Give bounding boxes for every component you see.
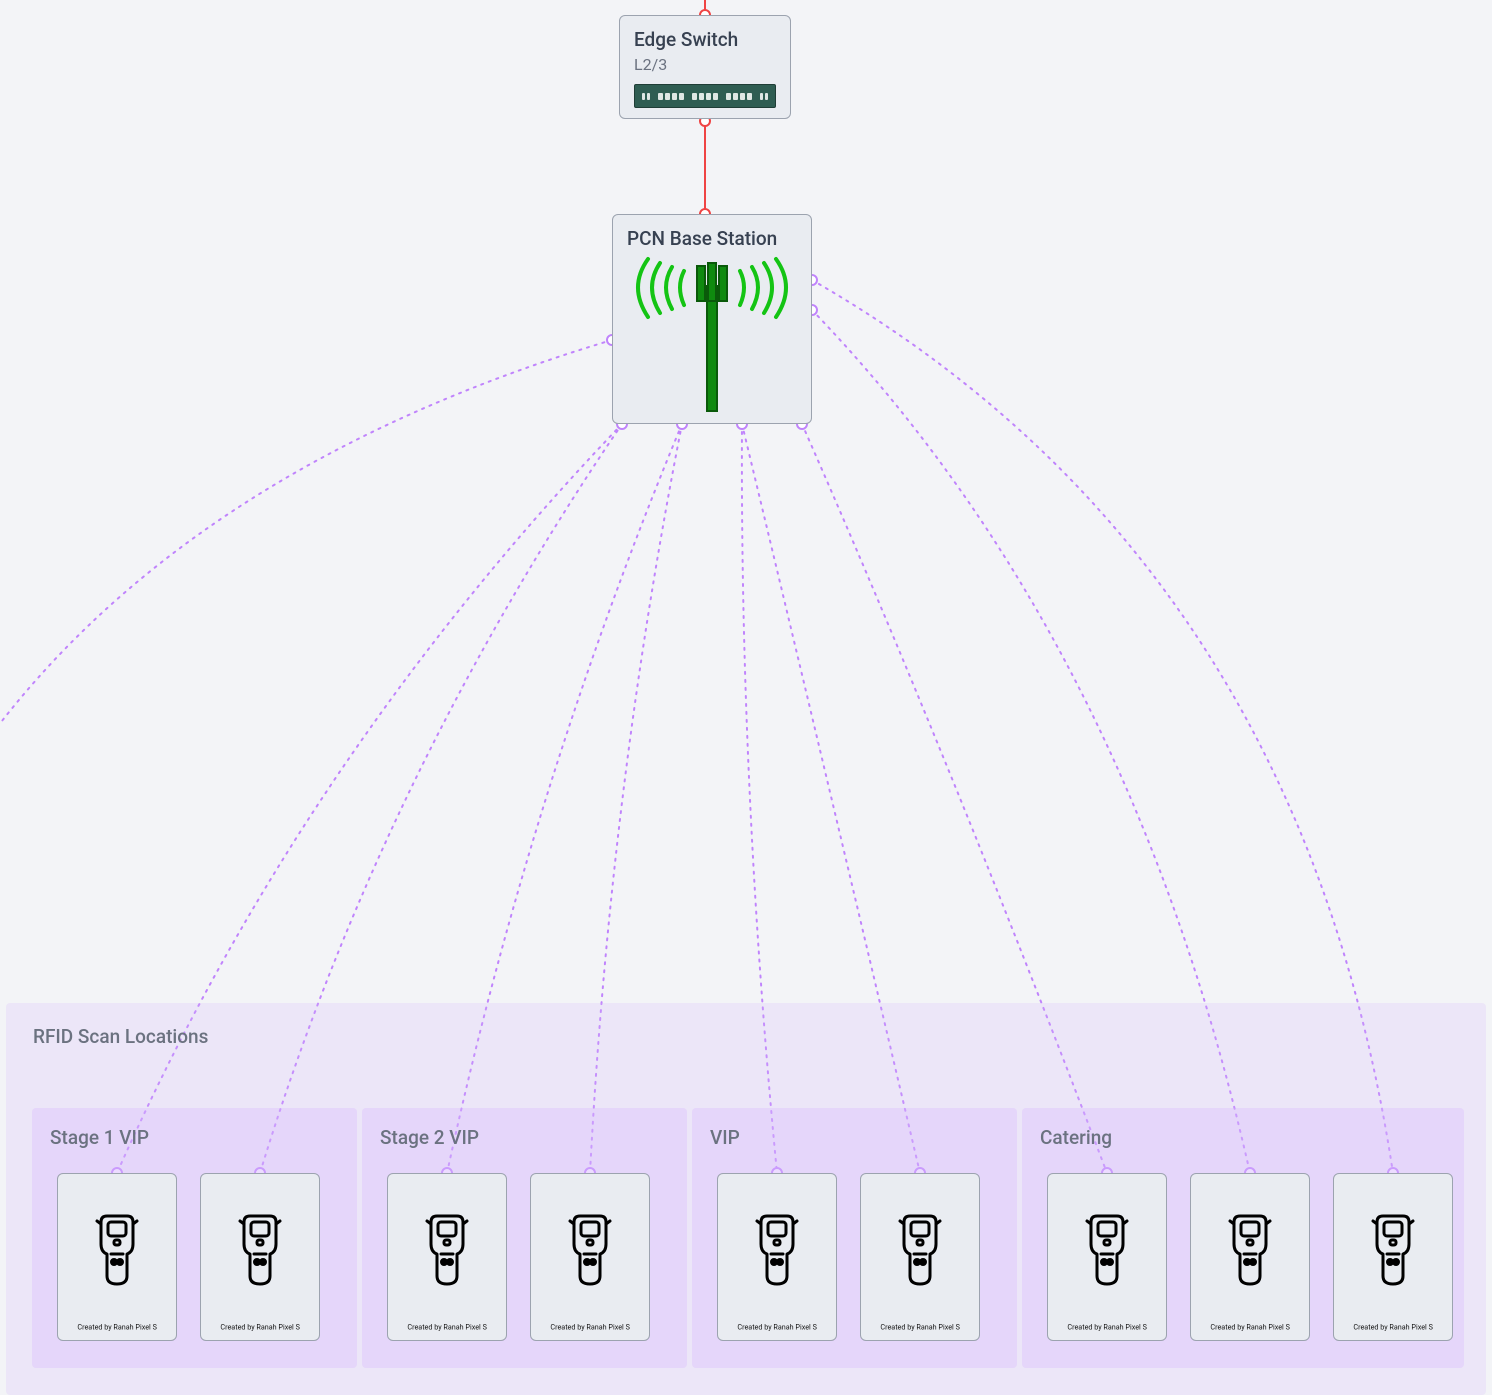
- scanner-card[interactable]: Created by Ranah Pixel S: [57, 1173, 177, 1341]
- scanner-card[interactable]: Created by Ranah Pixel S: [860, 1173, 980, 1341]
- region-title: RFID Scan Locations: [33, 1025, 208, 1048]
- icon-credit: Created by Ranah Pixel S: [1067, 1323, 1146, 1331]
- icon-credit: Created by Ranah Pixel S: [1210, 1323, 1289, 1331]
- scanner-card[interactable]: Created by Ranah Pixel S: [1333, 1173, 1453, 1341]
- handheld-scanner-icon: [1077, 1214, 1137, 1292]
- node-subtitle: L2/3: [634, 55, 776, 74]
- handheld-scanner-icon: [417, 1214, 477, 1292]
- icon-credit: Created by Ranah Pixel S: [77, 1323, 156, 1331]
- scanner-card[interactable]: Created by Ranah Pixel S: [717, 1173, 837, 1341]
- handheld-scanner-icon: [230, 1214, 290, 1292]
- node-title: Edge Switch: [634, 28, 776, 51]
- node-edge-switch[interactable]: Edge Switch L2/3: [619, 15, 791, 119]
- scanner-card[interactable]: Created by Ranah Pixel S: [1047, 1173, 1167, 1341]
- diagram-canvas[interactable]: Edge Switch L2/3 PCN Base Station: [0, 0, 1492, 1395]
- node-title: PCN Base Station: [627, 227, 797, 250]
- switch-icon: [634, 84, 776, 108]
- scanner-card[interactable]: Created by Ranah Pixel S: [1190, 1173, 1310, 1341]
- node-pcn-base-station[interactable]: PCN Base Station: [612, 214, 812, 424]
- icon-credit: Created by Ranah Pixel S: [737, 1323, 816, 1331]
- icon-credit: Created by Ranah Pixel S: [407, 1323, 486, 1331]
- group-label: Catering: [1040, 1126, 1112, 1149]
- group-label: VIP: [710, 1126, 740, 1149]
- group-label: Stage 1 VIP: [50, 1126, 149, 1149]
- handheld-scanner-icon: [890, 1214, 950, 1292]
- handheld-scanner-icon: [1220, 1214, 1280, 1292]
- handheld-scanner-icon: [1363, 1214, 1423, 1292]
- scanner-card[interactable]: Created by Ranah Pixel S: [200, 1173, 320, 1341]
- icon-credit: Created by Ranah Pixel S: [550, 1323, 629, 1331]
- handheld-scanner-icon: [560, 1214, 620, 1292]
- icon-credit: Created by Ranah Pixel S: [1353, 1323, 1432, 1331]
- icon-credit: Created by Ranah Pixel S: [880, 1323, 959, 1331]
- scanner-card[interactable]: Created by Ranah Pixel S: [530, 1173, 650, 1341]
- handheld-scanner-icon: [87, 1214, 147, 1292]
- antenna-icon: [627, 256, 797, 416]
- handheld-scanner-icon: [747, 1214, 807, 1292]
- icon-credit: Created by Ranah Pixel S: [220, 1323, 299, 1331]
- group-label: Stage 2 VIP: [380, 1126, 479, 1149]
- scanner-card[interactable]: Created by Ranah Pixel S: [387, 1173, 507, 1341]
